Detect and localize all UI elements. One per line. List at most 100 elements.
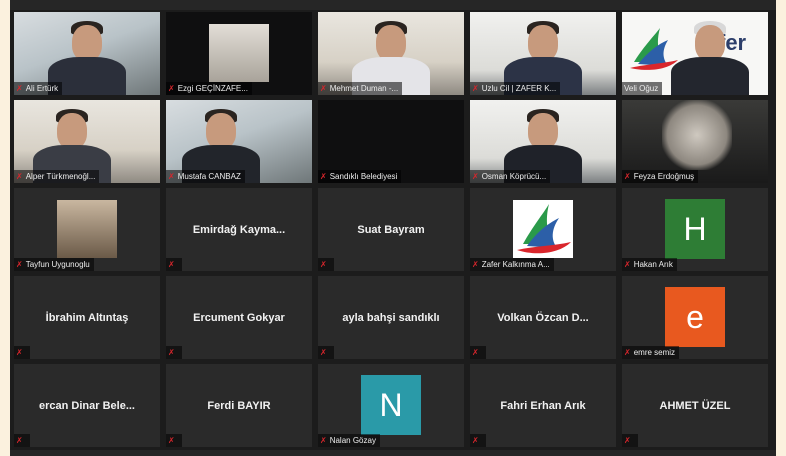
participant-name: Emirdağ Kayma... — [192, 224, 286, 236]
muted-mic-icon: ✗ — [16, 172, 23, 181]
participant-name: ayla bahşi sandıklı — [342, 312, 440, 324]
participant-name: Veli Oğuz — [624, 84, 659, 93]
participant-name: Ferdi BAYIR — [207, 400, 271, 412]
participant-tile[interactable]: AHMET ÜZEL ✗ — [622, 364, 768, 447]
participant-tile[interactable]: ✗ Ali Ertürk — [14, 12, 160, 95]
participant-name-bar: ✗ — [470, 346, 486, 359]
participant-name-bar: ✗ — [166, 346, 182, 359]
muted-mic-icon: ✗ — [16, 84, 23, 93]
top-bar — [10, 0, 776, 10]
participant-figure — [662, 100, 732, 170]
participant-name: Volkan Özcan D... — [497, 312, 589, 324]
participant-name: Tayfun Uygunoglu — [25, 260, 90, 269]
participant-tile[interactable]: Ferdi BAYIR ✗ — [166, 364, 312, 447]
participant-name-bar: ✗ emre semiz — [622, 346, 680, 359]
muted-mic-icon: ✗ — [472, 260, 479, 269]
participant-tile[interactable]: e ✗ emre semiz — [622, 276, 768, 359]
muted-mic-icon: ✗ — [168, 84, 175, 93]
participant-name-bar: ✗ Nalan Gözay — [318, 434, 380, 447]
muted-mic-icon: ✗ — [472, 172, 479, 181]
participant-name-bar: ✗ — [470, 434, 486, 447]
participant-name: Nalan Gözay — [329, 436, 376, 445]
participant-name: Hakan Arık — [633, 260, 673, 269]
participant-name: Suat Bayram — [357, 224, 425, 236]
bottom-bar — [10, 450, 776, 456]
participant-tile[interactable]: ✗ Mustafa CANBAZ — [166, 100, 312, 183]
participant-figure — [670, 15, 750, 95]
muted-mic-icon: ✗ — [472, 436, 479, 445]
participant-name-bar: ✗ Uzlu Cil | ZAFER K... — [470, 82, 561, 95]
participant-tile[interactable]: ✗ Feyza Erdoğmuş — [622, 100, 768, 183]
participant-name-bar: ✗ Alper Türkmenoğl... — [14, 170, 100, 183]
participant-name-bar: ✗ — [622, 434, 638, 447]
participant-tile[interactable]: ✗ Tayfun Uygunoglu — [14, 188, 160, 271]
participant-name: Feyza Erdoğmuş — [633, 172, 695, 181]
participant-tile[interactable]: ✗ Sandıklı Belediyesi — [318, 100, 464, 183]
muted-mic-icon: ✗ — [624, 436, 631, 445]
participant-tile[interactable]: ✗ Uzlu Cil | ZAFER K... — [470, 12, 616, 95]
participant-name-bar: Veli Oğuz — [622, 82, 663, 95]
participant-tile[interactable]: ✗ Mehmet Duman -... — [318, 12, 464, 95]
profile-photo — [57, 200, 117, 258]
participant-name: Alper Türkmenoğl... — [25, 172, 96, 181]
participant-name-bar: ✗ — [14, 434, 30, 447]
muted-mic-icon: ✗ — [320, 172, 327, 181]
participant-name-bar: ✗ — [166, 258, 182, 271]
participant-tile[interactable]: ayla bahşi sandıklı ✗ — [318, 276, 464, 359]
participant-name-bar: ✗ — [166, 434, 182, 447]
muted-mic-icon: ✗ — [472, 348, 479, 357]
participant-name: Fahri Erhan Arık — [500, 400, 586, 412]
participant-name-bar: ✗ Mustafa CANBAZ — [166, 170, 245, 183]
participant-name: Uzlu Cil | ZAFER K... — [481, 84, 557, 93]
participant-name: Mustafa CANBAZ — [177, 172, 241, 181]
participant-name: Ali Ertürk — [25, 84, 59, 93]
participant-tile[interactable]: Fahri Erhan Arık ✗ — [470, 364, 616, 447]
participant-name: Zafer Kalkınma A... — [481, 260, 550, 269]
participant-tile[interactable]: Ercument Gokyar ✗ — [166, 276, 312, 359]
participant-tile[interactable]: ✗ Alper Türkmenoğl... — [14, 100, 160, 183]
participant-name-bar: ✗ Feyza Erdoğmuş — [622, 170, 699, 183]
participant-tile[interactable]: İbrahim Altıntaş ✗ — [14, 276, 160, 359]
participant-name: Mehmet Duman -... — [329, 84, 399, 93]
muted-mic-icon: ✗ — [16, 436, 23, 445]
participant-name-bar: ✗ — [318, 258, 334, 271]
muted-mic-icon: ✗ — [168, 348, 175, 357]
participant-tile[interactable]: ercan Dinar Bele... ✗ — [14, 364, 160, 447]
participant-name: Ercument Gokyar — [193, 312, 285, 324]
muted-mic-icon: ✗ — [320, 348, 327, 357]
muted-mic-icon: ✗ — [320, 84, 327, 93]
muted-mic-icon: ✗ — [168, 260, 175, 269]
participant-name: ercan Dinar Bele... — [39, 400, 135, 412]
muted-mic-icon: ✗ — [16, 260, 23, 269]
participant-name-bar: ✗ — [14, 346, 30, 359]
muted-mic-icon: ✗ — [320, 436, 327, 445]
participant-tile[interactable]: ✗ Ezgi GEÇİNZAFE... — [166, 12, 312, 95]
muted-mic-icon: ✗ — [624, 172, 631, 181]
zafer-logo — [513, 200, 573, 258]
participant-tile[interactable]: N ✗ Nalan Gözay — [318, 364, 464, 447]
participant-name-bar: ✗ — [318, 346, 334, 359]
profile-photo — [209, 24, 269, 82]
muted-mic-icon: ✗ — [168, 172, 175, 181]
participant-name-bar: ✗ Mehmet Duman -... — [318, 82, 403, 95]
participant-name-bar: ✗ Hakan Arık — [622, 258, 677, 271]
participant-tile[interactable]: Volkan Özcan D... ✗ — [470, 276, 616, 359]
participant-name: Osman Köprücü... — [481, 172, 547, 181]
zafer-logo-mark — [517, 204, 571, 254]
participant-tile[interactable]: Suat Bayram ✗ — [318, 188, 464, 271]
participant-tile[interactable]: ✗ Zafer Kalkınma A... — [470, 188, 616, 271]
avatar: e — [665, 287, 725, 347]
video-grid: ✗ Ali Ertürk ✗ Ezgi GEÇİNZAFE... ✗ Mehmet D… — [10, 0, 776, 456]
participant-tile[interactable]: H ✗ Hakan Arık — [622, 188, 768, 271]
muted-mic-icon: ✗ — [168, 436, 175, 445]
participant-tile-active-speaker[interactable]: fer Veli Oğuz — [622, 12, 768, 95]
muted-mic-icon: ✗ — [472, 84, 479, 93]
participant-tile[interactable]: Emirdağ Kayma... ✗ — [166, 188, 312, 271]
participant-name-bar: ✗ Sandıklı Belediyesi — [318, 170, 402, 183]
participant-tile[interactable]: ✗ Osman Köprücü... — [470, 100, 616, 183]
muted-mic-icon: ✗ — [624, 348, 631, 357]
participant-name-bar: ✗ Osman Köprücü... — [470, 170, 551, 183]
participant-name: AHMET ÜZEL — [659, 400, 731, 412]
muted-mic-icon: ✗ — [16, 348, 23, 357]
participant-name: İbrahim Altıntaş — [45, 312, 129, 324]
